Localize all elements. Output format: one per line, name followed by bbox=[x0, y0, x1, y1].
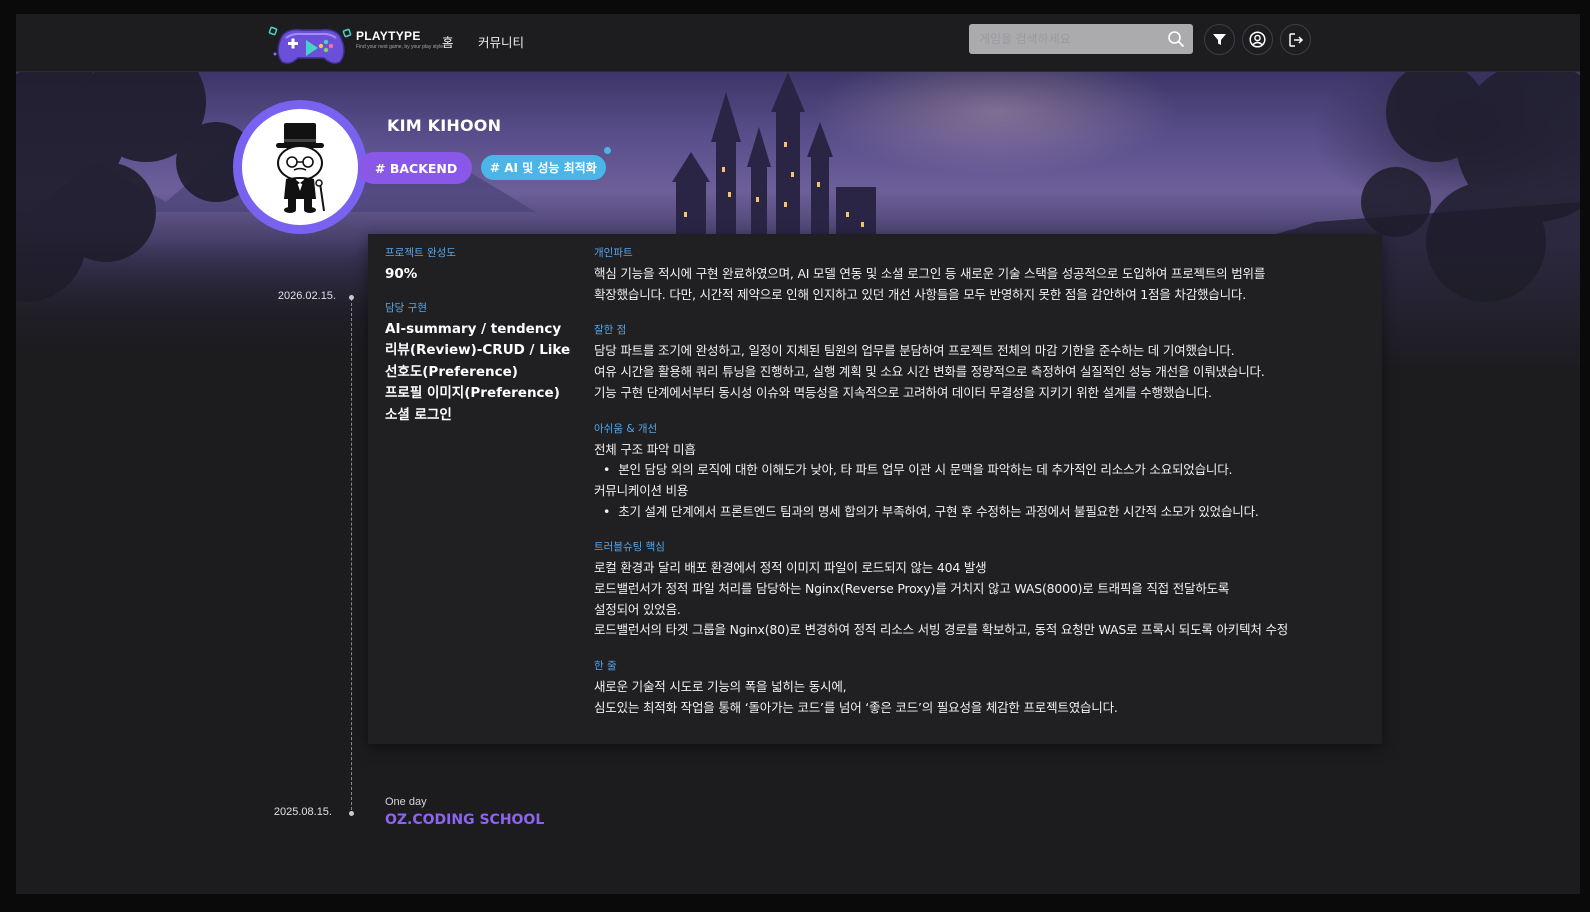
section-line: 설정되어 있었음. bbox=[594, 601, 681, 617]
nav-community[interactable]: 커뮤니티 bbox=[478, 32, 524, 51]
search-icon[interactable] bbox=[1167, 30, 1185, 48]
section-label: 트러블슈팅 핵심 bbox=[594, 541, 665, 554]
improve-bullet: 본인 담당 외의 로직에 대한 이해도가 낮아, 타 파트 업무 이관 시 문맥… bbox=[594, 460, 1364, 481]
section-oneline: 한 줄 새로운 기술적 시도로 기능의 폭을 넓히는 동시에, 심도있는 최적화… bbox=[594, 658, 1364, 718]
logo-icon[interactable] bbox=[268, 18, 354, 68]
project-summary: 프로젝트 완성도 90% 담당 구현 AI-summary / tendency… bbox=[385, 245, 575, 426]
tag-backend: # BACKEND bbox=[358, 152, 472, 184]
brand-tagline: Find your next game, by your play style bbox=[356, 44, 443, 50]
impl-item: 소셜 로그인 bbox=[385, 406, 452, 423]
tag-ai-optimization: # AI 및 성능 최적화 bbox=[481, 155, 606, 180]
section-line: 로컬 환경과 달리 배포 환경에서 정적 이미지 파일이 로드되지 않는 404… bbox=[594, 560, 987, 576]
search-box bbox=[969, 24, 1193, 54]
section-troubleshooting: 트러블슈팅 핵심 로컬 환경과 달리 배포 환경에서 정적 이미지 파일이 로드… bbox=[594, 539, 1364, 641]
section-label: 잘한 점 bbox=[594, 324, 627, 337]
retrospective-detail: 개인파트 핵심 기능을 적시에 구현 완료하였으며, AI 모델 연동 및 소셜… bbox=[594, 245, 1364, 736]
brand[interactable]: PLAYTYPE Find your next game, by your pl… bbox=[356, 29, 443, 50]
section-label: 아쉬움 & 개선 bbox=[594, 422, 658, 435]
nav-home[interactable]: 홈 bbox=[442, 32, 454, 51]
impl-item: 프로필 이미지(Preference) bbox=[385, 385, 560, 401]
improve-title: 커뮤니케이션 비용 bbox=[594, 482, 689, 498]
filter-button[interactable] bbox=[1204, 24, 1235, 55]
section-label: 개인파트 bbox=[594, 247, 633, 259]
user-circle-icon bbox=[1249, 31, 1266, 48]
timeline-date: 2026.02.15. bbox=[277, 290, 336, 302]
filter-icon bbox=[1213, 34, 1226, 45]
section-personal: 개인파트 핵심 기능을 적시에 구현 완료하였으며, AI 모델 연동 및 소셜… bbox=[594, 245, 1364, 305]
timeline-dot bbox=[349, 295, 354, 300]
impl-item: 선호도(Preference) bbox=[385, 363, 518, 380]
section-line: 여유 시간을 활용해 쿼리 튜닝을 진행하고, 실행 계획 및 소요 시간 변화… bbox=[594, 364, 1265, 380]
top-header: PLAYTYPE Find your next game, by your pl… bbox=[16, 14, 1580, 72]
app-frame: PLAYTYPE Find your next game, by your pl… bbox=[16, 14, 1580, 894]
search-input[interactable] bbox=[979, 24, 1159, 54]
section-line: 심도있는 최적화 작업을 통해 ‘돌아가는 코드’를 넘어 ‘좋은 코드’의 필… bbox=[594, 699, 1118, 715]
logout-button[interactable] bbox=[1280, 24, 1311, 55]
completion-label: 프로젝트 완성도 bbox=[385, 247, 456, 259]
section-label: 한 줄 bbox=[594, 660, 617, 673]
avatar bbox=[233, 100, 367, 234]
timeline-entry-title[interactable]: OZ.CODING SCHOOL bbox=[385, 812, 544, 828]
timeline-dot bbox=[349, 811, 354, 816]
section-line: 로드밸런서가 정적 파일 처리를 담당하는 Nginx(Reverse Prox… bbox=[594, 581, 1230, 597]
section-line: 담당 파트를 조기에 완성하고, 일정이 지체된 팀원의 업무를 분담하여 프로… bbox=[594, 343, 1235, 359]
impl-item: AI-summary / tendency bbox=[385, 320, 562, 337]
section-line: 기능 구현 단계에서부터 동시성 이슈와 멱등성을 지속적으로 고려하여 데이터… bbox=[594, 384, 1212, 400]
profile-button[interactable] bbox=[1242, 24, 1273, 55]
completion-value: 90% bbox=[385, 266, 418, 282]
section-good: 잘한 점 담당 파트를 조기에 완성하고, 일정이 지체된 팀원의 업무를 분담… bbox=[594, 322, 1364, 403]
brand-name: PLAYTYPE bbox=[356, 29, 421, 43]
timeline-date: 2025.08.15. bbox=[273, 806, 332, 818]
section-improve: 아쉬움 & 개선 전체 구조 파악 미흡 본인 담당 외의 로직에 대한 이해도… bbox=[594, 421, 1364, 523]
logout-icon bbox=[1288, 32, 1303, 47]
timeline-line bbox=[351, 298, 352, 815]
section-line: 확장했습니다. 다만, 시간적 제약으로 인해 인지하고 있던 개선 사항들을 … bbox=[594, 286, 1246, 302]
timeline-entry-subtitle: One day bbox=[385, 796, 427, 808]
section-line: 새로운 기술적 시도로 기능의 폭을 넓히는 동시에, bbox=[594, 679, 847, 695]
profile-name: KIM KIHOON bbox=[387, 116, 502, 135]
retrospective-card: 프로젝트 완성도 90% 담당 구현 AI-summary / tendency… bbox=[368, 234, 1382, 744]
tag-decoration-dot bbox=[604, 147, 611, 154]
improve-bullet: 초기 설계 단계에서 프론트엔드 팀과의 명세 합의가 부족하여, 구현 후 수… bbox=[594, 502, 1364, 523]
gentleman-avatar-icon bbox=[276, 123, 325, 213]
impl-item: 리뷰(Review)-CRUD / Like bbox=[385, 342, 571, 358]
impl-label: 담당 구현 bbox=[385, 301, 427, 314]
avatar-image bbox=[242, 109, 358, 225]
improve-title: 전체 구조 파악 미흡 bbox=[594, 441, 696, 457]
section-line: 로드밸런서의 타겟 그룹을 Nginx(80)로 변경하여 정적 리소스 서빙 … bbox=[594, 622, 1289, 638]
section-line: 핵심 기능을 적시에 구현 완료하였으며, AI 모델 연동 및 소셜 로그인 … bbox=[594, 266, 1266, 281]
